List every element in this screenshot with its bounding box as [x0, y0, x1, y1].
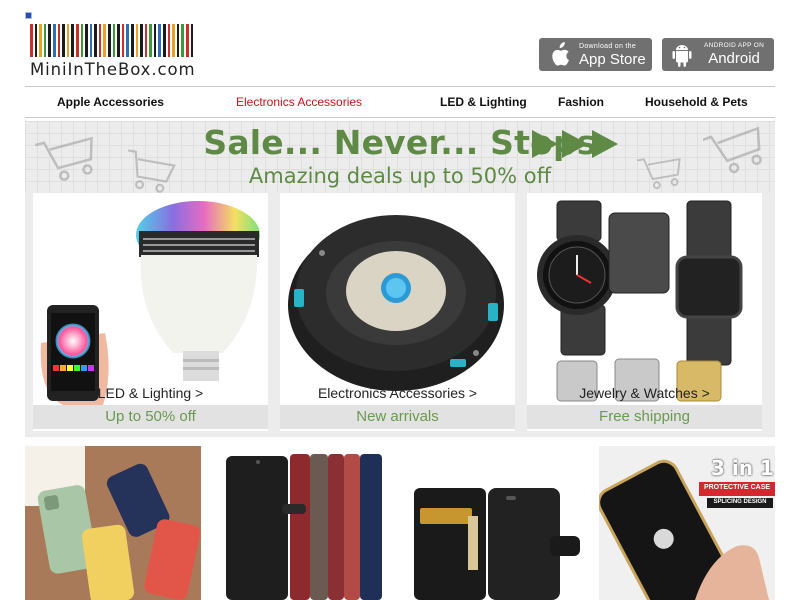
logo-text: MiniInTheBox.com [30, 60, 196, 79]
barcode-stripe [172, 24, 175, 57]
tile-caption: Free shipping [527, 405, 762, 429]
android-icon [668, 41, 696, 69]
barcode-stripe [158, 24, 161, 57]
barcode-stripe [154, 24, 156, 57]
barcode-stripe [44, 24, 46, 57]
colorful-phone-cases-image [25, 446, 201, 600]
nav-led-lighting[interactable]: LED & Lighting [440, 95, 527, 109]
broken-image-icon [25, 12, 32, 19]
barcode-stripe [149, 24, 152, 57]
barcode-stripe [131, 24, 134, 57]
black-wallet-case-image [414, 488, 580, 600]
barcode-stripe [35, 24, 37, 57]
barcode-stripe [30, 24, 33, 57]
barcode-stripe [186, 24, 189, 57]
case-badge-splicing: SPLICING DESIGN [713, 499, 767, 505]
product-three-in-one-case[interactable]: 3 in 1 PROTECTIVE CASE SPLICING DESIGN [599, 446, 775, 600]
barcode-stripe [103, 24, 106, 57]
barcode-stripe [62, 24, 65, 57]
app-store-big-text: App Store [579, 50, 646, 68]
shopping-cart-icon [128, 149, 176, 193]
barcode-stripe [94, 24, 97, 57]
tile-label[interactable]: LED & Lighting > [33, 385, 268, 401]
barcode-stripe [108, 24, 111, 57]
promo-tile-electronics-accessories[interactable]: Electronics Accessories > New arrivals [280, 193, 515, 431]
tile-label[interactable]: Jewelry & Watches > [527, 385, 762, 401]
barcode-stripe [76, 24, 79, 57]
barcode-stripe [99, 24, 101, 57]
barcode-stripe [71, 24, 74, 57]
android-app-badge[interactable]: ANDROID APP ON Android [662, 38, 774, 71]
barcode-stripe [48, 24, 51, 57]
shopping-cart-icon [637, 157, 681, 190]
product-leather-wallet-cases[interactable] [222, 446, 386, 600]
barcode-stripe [58, 24, 60, 57]
barcode-stripe [168, 24, 170, 57]
tile-label[interactable]: Electronics Accessories > [280, 385, 515, 401]
case-badge-protective: PROTECTIVE CASE [703, 484, 771, 491]
barcode-stripe [177, 24, 179, 57]
sale-subtitle: Amazing deals up to 50% off [248, 164, 552, 188]
site-logo[interactable]: MiniInTheBox.com [27, 22, 217, 82]
android-big-text: Android [708, 50, 760, 68]
app-store-badge[interactable]: Download on the App Store [539, 38, 652, 71]
app-store-small-text: Download on the [579, 42, 637, 50]
product-black-wallet-case[interactable] [410, 446, 582, 600]
nav-apple-accessories[interactable]: Apple Accessories [57, 95, 164, 109]
smart-watch-image [527, 193, 762, 405]
tile-caption: Up to 50% off [33, 405, 268, 429]
barcode-stripe [117, 24, 120, 57]
barcode-stripe [90, 24, 92, 57]
category-nav: Apple Accessories Electronics Accessorie… [25, 86, 775, 118]
barcode-stripe [122, 24, 124, 57]
smart-bulb-image [33, 193, 268, 405]
barcode-stripe [67, 24, 69, 57]
nav-fashion[interactable]: Fashion [558, 95, 604, 109]
barcode-stripe [136, 24, 138, 57]
apple-icon [545, 41, 573, 69]
barcode-stripe [53, 24, 56, 57]
barcode-stripe [39, 24, 42, 57]
product-colorful-phone-cases[interactable] [25, 446, 201, 600]
barcode-stripe [113, 24, 115, 57]
promo-tile-jewelry-watches[interactable]: Jewelry & Watches > Free shipping [527, 193, 762, 431]
barcode-stripe [81, 24, 83, 57]
shopping-cart-icon [35, 136, 93, 181]
sale-banner[interactable]: Sale... Never... Stops Amazing deals up … [25, 121, 775, 437]
barcode-stripe [85, 24, 88, 57]
case-badge-title: 3 in 1 [711, 456, 774, 480]
tile-caption: New arrivals [280, 405, 515, 429]
shopping-cart-icon [703, 126, 762, 174]
nav-electronics-accessories[interactable]: Electronics Accessories [236, 95, 362, 109]
promo-tile-led-lighting[interactable]: LED & Lighting > Up to 50% off [33, 193, 268, 431]
android-small-text: ANDROID APP ON [704, 41, 765, 49]
barcode-stripe [191, 24, 193, 57]
barcode-stripe [181, 24, 184, 57]
leather-wallet-cases-image [226, 454, 382, 600]
barcode-stripe [126, 24, 129, 57]
barcode-stripe [163, 24, 166, 57]
robot-vacuum-image [280, 193, 515, 405]
barcode-stripe [145, 24, 147, 57]
barcode-logo-graphic [30, 24, 213, 57]
barcode-stripe [140, 24, 143, 57]
nav-household-pets[interactable]: Household & Pets [645, 95, 748, 109]
triple-arrow-icon [532, 130, 618, 158]
